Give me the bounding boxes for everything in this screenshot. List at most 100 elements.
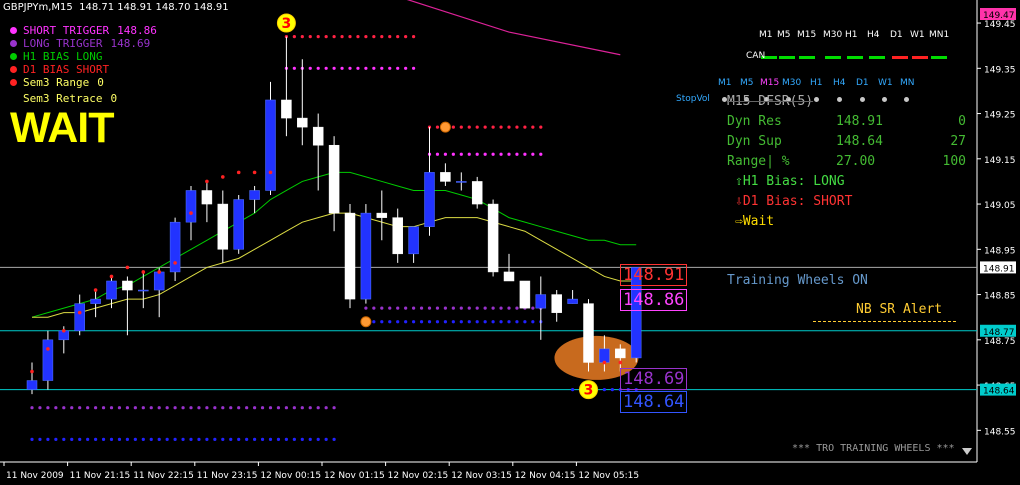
indicator-legend: SHORT TRIGGER 148.86 LONG TRIGGER 148.69 H1 … (10, 24, 157, 108)
trigger-dot (404, 35, 408, 39)
trigger-dot (181, 437, 185, 441)
trigger-dot (539, 125, 543, 129)
trigger-dot (133, 437, 137, 441)
trigger-dot (380, 66, 384, 70)
trigger-dot (459, 320, 463, 324)
dfsr-row: Dyn Sup 148.64 27 (727, 132, 972, 152)
price-label-long-trigger: 148.69 (620, 368, 688, 390)
trigger-dot (181, 406, 185, 410)
trigger-dot (149, 437, 153, 441)
trigger-dot (459, 125, 463, 129)
x-tick-label: 11 Nov 22:15 (133, 471, 194, 481)
trigger-dot (189, 437, 193, 441)
trigger-dot (300, 35, 304, 39)
trigger-dot (213, 406, 217, 410)
trigger-dot (38, 437, 42, 441)
trigger-dot (523, 125, 527, 129)
tf-can-label: H1 (845, 30, 858, 40)
tf-can-bar (799, 56, 815, 59)
trigger-dot (507, 320, 511, 324)
trigger-dot (388, 320, 392, 324)
trigger-dot (78, 406, 82, 410)
trigger-dot (451, 125, 455, 129)
bias-dot (221, 175, 225, 179)
training-wheels-status: Training Wheels ON (727, 273, 868, 288)
trigger-dot (276, 437, 281, 441)
dfsr-row-value: 148.91 (836, 114, 883, 129)
legend-value: 0 (97, 76, 104, 89)
trigger-dot (459, 152, 463, 156)
trigger-dot (475, 306, 479, 310)
trigger-dot (380, 320, 384, 324)
fractal-marker (439, 121, 451, 133)
trigger-dot (404, 66, 408, 70)
tf-can-bar (931, 56, 947, 59)
trigger-dot (531, 306, 535, 310)
dfsr-row-extra: 100 (942, 154, 966, 169)
trigger-dot (380, 306, 384, 310)
y-tick-label: 149.35 (984, 65, 1016, 75)
candle-body (392, 217, 403, 255)
trigger-dot (141, 406, 145, 410)
trigger-dot (475, 320, 479, 324)
candle-body (201, 190, 213, 205)
trigger-dot (197, 406, 201, 410)
bias-dot (30, 369, 34, 374)
y-tick-label: 149.05 (984, 201, 1016, 211)
candle-body (456, 181, 467, 183)
fractal-marker (360, 316, 372, 328)
trigger-dot (459, 306, 463, 310)
trigger-dot (412, 66, 416, 70)
trigger-dot (117, 437, 122, 441)
tf-can-label: M5 (777, 30, 791, 40)
trigger-dot (412, 35, 416, 39)
legend-label: SHORT TRIGGER (23, 24, 110, 37)
trigger-dot (94, 437, 98, 441)
candle-body (217, 203, 229, 250)
tf-can-bar (847, 56, 863, 59)
dfsr-row-extra: 27 (950, 134, 966, 149)
legend-item: LONG TRIGGER 148.69 (10, 37, 157, 50)
dfsr-row-label: Dyn Sup (727, 134, 782, 149)
trigger-dot (86, 437, 90, 441)
trigger-dot (109, 437, 114, 441)
trigger-dot (610, 387, 614, 392)
candle-body (233, 199, 244, 250)
trigger-dot (419, 320, 424, 324)
trigger-dot (340, 66, 344, 70)
trigger-dot (412, 306, 416, 310)
dfsr-row-extra: 0 (958, 114, 966, 129)
trigger-dot (396, 306, 400, 310)
trigger-dot (491, 306, 495, 310)
trigger-dot (46, 406, 50, 410)
status-wait: WAIT (10, 104, 114, 152)
trigger-dot (165, 406, 169, 410)
tf-row2-label: W1 (878, 78, 893, 88)
arrow-right-icon: ⇨ (735, 214, 743, 229)
scroll-to-end-icon[interactable] (962, 448, 972, 455)
tf-row2-label: M5 (740, 78, 754, 88)
trigger-dot (467, 152, 471, 156)
bias-dot (189, 211, 193, 215)
bias-dot (77, 310, 82, 315)
trigger-dot (435, 125, 440, 129)
legend-item: Sem3 Range 0 (10, 76, 157, 89)
trigger-dot (316, 35, 320, 39)
trigger-dot (205, 406, 209, 410)
legend-label: D1 BIAS SHORT (23, 63, 110, 76)
trigger-dot (380, 35, 384, 39)
candle-body (344, 212, 356, 300)
trigger-dot (109, 406, 114, 410)
trigger-dot (451, 320, 455, 324)
trigger-dot (467, 306, 471, 310)
dfsr-row-label: Dyn Res (727, 114, 782, 129)
bias-dot (173, 261, 177, 265)
candle-body (424, 172, 435, 227)
trigger-dot (515, 306, 519, 310)
candle-body (42, 339, 54, 381)
legend-item: D1 BIAS SHORT (10, 63, 157, 76)
legend-dot-icon (10, 53, 17, 60)
bias-dot (268, 170, 273, 175)
candle-body (551, 294, 562, 313)
trigger-dot (571, 387, 575, 392)
